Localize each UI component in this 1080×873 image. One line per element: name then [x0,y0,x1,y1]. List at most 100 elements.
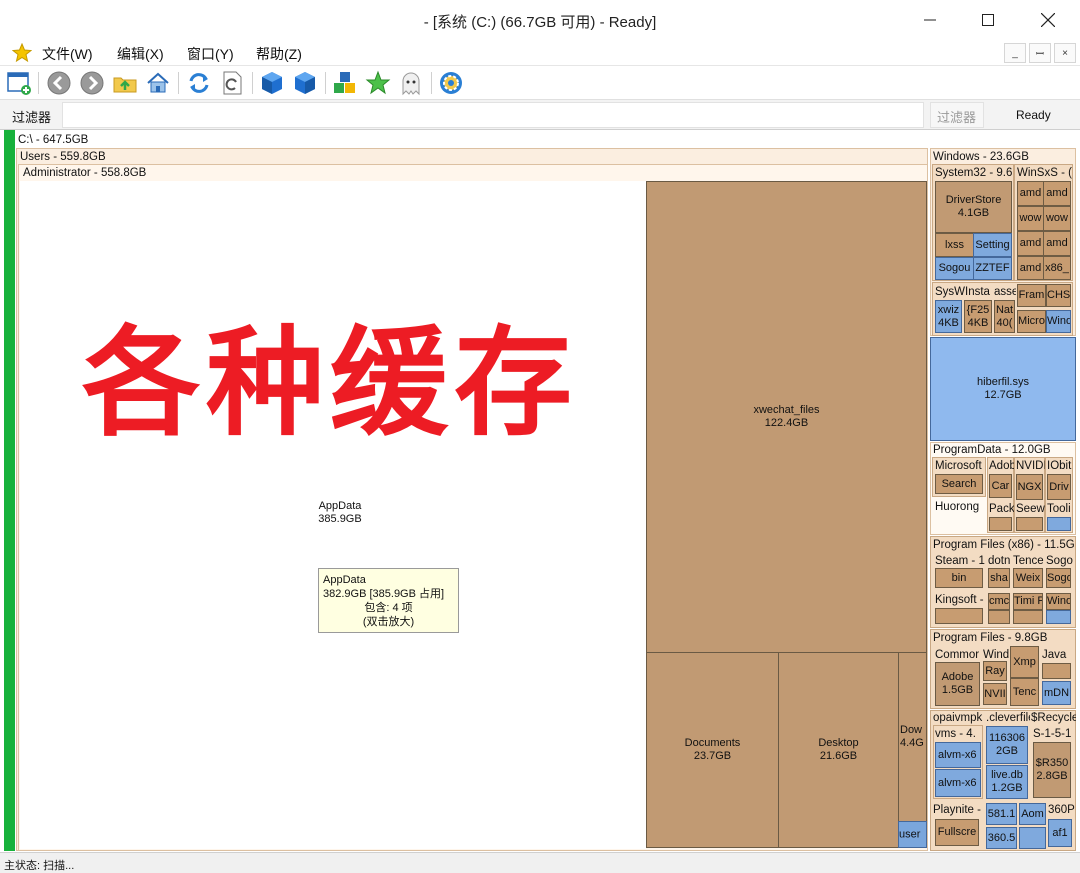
wow-block-2[interactable]: wow [1043,206,1071,231]
fram-block[interactable]: Fram [1017,284,1046,307]
forward-icon[interactable] [79,70,105,96]
chs-block[interactable]: CHS [1046,284,1071,307]
treemap-area[interactable]: C:\ - 647.5GB Users - 559.8GB Administra… [0,130,1080,852]
blue-cube-icon[interactable] [259,70,285,96]
colored-blocks-icon[interactable] [332,70,358,96]
pd-tooli-block[interactable] [1047,517,1071,531]
toolbar [0,66,1080,100]
lxss-block[interactable]: lxss [935,233,974,257]
livedb-block[interactable]: live.db 1.2GB [986,765,1028,799]
xwiz-block[interactable]: xwiz 4KB [935,300,962,333]
pf-mdn-block[interactable]: mDN [1042,681,1071,705]
amd-block-1[interactable]: amd [1017,181,1044,206]
pf86-steam-label: Steam - 1 [935,555,985,567]
alvm-block-1[interactable]: alvm-x6 [935,742,981,768]
amd-block-3[interactable]: amd [1017,231,1044,256]
setting-block[interactable]: Setting [973,233,1012,257]
wind-small-block[interactable]: Wind [1046,310,1071,333]
user-block[interactable]: user [898,821,927,848]
af1-block[interactable]: af1 [1048,819,1072,847]
appdata-block[interactable]: AppData 385.9GB [20,181,646,849]
pf86-wind-block[interactable]: Wind [1046,593,1071,610]
refresh-icon[interactable] [186,70,212,96]
zztef-block[interactable]: ZZTEF [973,257,1012,280]
tooltip-size: 382.9GB [385.9GB 占用] [323,588,445,600]
pf-tenc-block[interactable]: Tenc [1010,678,1039,706]
pf-adobe-block[interactable]: Adobe 1.5GB [935,662,980,706]
amd-block-4[interactable]: amd [1043,231,1071,256]
pf86-bin-block[interactable]: bin [935,568,983,588]
aom-block[interactable]: Aom [1019,803,1046,825]
amd-block-2[interactable]: amd [1043,181,1071,206]
pf-nvii-block[interactable]: NVII [983,683,1007,705]
pf86-sogo-label: Sogo [1046,555,1073,567]
minimize-button[interactable] [907,5,953,35]
star-icon[interactable] [365,70,391,96]
menu-help[interactable]: 帮助(Z) [256,44,302,64]
f5811-block[interactable]: 581.1 [986,803,1017,825]
pf86-timi-sub-block[interactable] [1013,610,1043,624]
filter-input[interactable] [62,102,924,128]
xwechat-files-block[interactable]: xwechat_files 122.4GB [646,181,927,653]
back-icon[interactable] [46,70,72,96]
driverstore-name: DriverStore [945,194,1002,206]
ghost-icon[interactable] [398,70,424,96]
hiberfil-block[interactable]: hiberfil.sys 12.7GB [930,337,1076,441]
desktop-block[interactable]: Desktop 21.6GB [778,652,899,848]
gear-icon[interactable] [438,70,464,96]
pf-ray-block[interactable]: Ray [983,661,1007,681]
toolbar-separator [178,72,179,94]
users-label: Users - 559.8GB [20,151,106,163]
maximize-button[interactable] [965,5,1011,35]
pf86-cmc-sub-block[interactable] [988,610,1010,624]
blue-cube-2-icon[interactable] [292,70,318,96]
pf86-weix-block[interactable]: Weix [1013,568,1043,588]
refresh-file-icon[interactable] [219,70,245,96]
pf-xmp-block[interactable]: Xmp [1010,646,1039,678]
alvm-block-2[interactable]: alvm-x6 [935,769,981,797]
pd-car-block[interactable]: Car [989,474,1012,498]
pd-pack-block[interactable] [989,517,1012,531]
filter-button[interactable]: 过滤器 [930,102,984,128]
nat-block[interactable]: Nat 40( [994,300,1015,333]
r350-block[interactable]: $R350 2.8GB [1033,742,1071,798]
documents-name: Documents [684,737,741,749]
pf86-sogo2-block[interactable]: Sogo [1046,568,1071,588]
close-button[interactable] [1025,5,1071,35]
mdi-minimize-button[interactable]: _ [1004,43,1026,63]
f25-block[interactable]: {F25 4KB [964,300,992,333]
home-icon[interactable] [145,70,171,96]
wow-block-1[interactable]: wow [1017,206,1044,231]
aom-sub-block[interactable] [1019,827,1046,849]
pf86-wind-sub-block[interactable] [1046,610,1071,624]
up-folder-icon[interactable] [112,70,138,96]
downloads-name: Dow [900,724,923,736]
mdi-restore-button[interactable]: ꟷ [1029,43,1051,63]
micro-block[interactable]: Micro [1017,310,1046,333]
sogou-block[interactable]: Sogou [935,257,974,280]
f3605-block[interactable]: 360.5 [986,827,1017,849]
pf-java-block[interactable] [1042,663,1071,679]
fullscre-block[interactable]: Fullscre [935,819,979,846]
x86-block[interactable]: x86_ [1043,256,1071,280]
pf86-kingsoft-block[interactable] [935,608,983,624]
new-window-icon[interactable] [6,70,32,96]
f116306-block[interactable]: 116306 2GB [986,726,1028,764]
menu-file[interactable]: 文件(W) [42,44,93,64]
pd-driv-block[interactable]: Driv [1047,474,1071,500]
driverstore-block[interactable]: DriverStore 4.1GB [935,181,1012,233]
documents-block[interactable]: Documents 23.7GB [646,652,779,848]
pd-search-block[interactable]: Search [935,474,983,494]
pd-ngx-block[interactable]: NGX [1016,474,1043,500]
amd-block-5[interactable]: amd [1017,256,1044,280]
mdi-close-button[interactable]: × [1054,43,1076,63]
downloads-block[interactable]: Dow 4.4G [898,652,927,822]
pd-seew-block[interactable] [1016,517,1043,531]
status-bar: 主状态: 扫描... [0,852,1080,873]
pf86-cmc-block[interactable]: cmc [988,593,1010,610]
pf86-sha-block[interactable]: sha [988,568,1010,588]
toolbar-separator [252,72,253,94]
menu-window[interactable]: 窗口(Y) [187,44,234,64]
pf86-timi-block[interactable]: Timi P [1013,593,1043,610]
menu-edit[interactable]: 编辑(X) [117,44,164,64]
